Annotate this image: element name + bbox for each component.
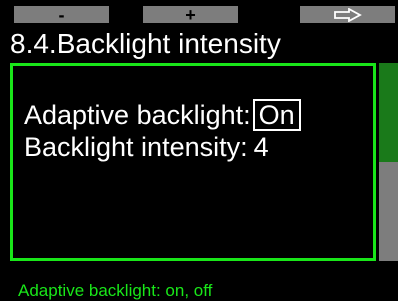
backlight-intensity-label: Backlight intensity: [24,132,248,162]
hint-text: Adaptive backlight: on, off [18,281,213,300]
minus-softkey[interactable]: - [14,4,109,25]
minus-label: - [58,4,65,25]
plus-softkey[interactable]: + [143,4,238,25]
backlight-intensity-row[interactable]: Backlight intensity: 4 [24,131,269,163]
backlight-intensity-value[interactable]: 4 [254,132,269,162]
right-arrow-icon [333,7,362,22]
adaptive-backlight-value[interactable]: On [252,99,301,131]
softkey-bar: - + [0,0,398,30]
scrollbar-thumb[interactable] [379,63,398,162]
page-title: 8.4.Backlight intensity [10,28,281,59]
next-softkey[interactable] [300,6,395,23]
adaptive-backlight-row[interactable]: Adaptive backlight: On [24,99,301,131]
plus-label: + [185,4,196,25]
adaptive-backlight-label: Adaptive backlight: [24,100,251,130]
scrollbar[interactable] [379,63,398,261]
